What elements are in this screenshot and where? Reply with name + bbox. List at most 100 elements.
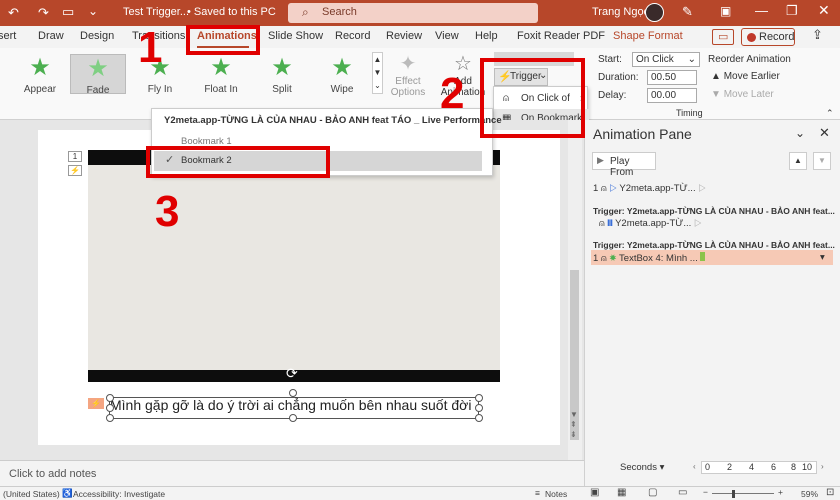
effect-split[interactable]: ★ Split bbox=[254, 54, 310, 95]
language-status[interactable]: (United States) bbox=[3, 489, 60, 499]
tab-shape-format[interactable]: Shape Format bbox=[613, 30, 683, 42]
animation-item-2[interactable]: ⍝ ❙❙ Y2meta.app-TỪ... ▷ bbox=[593, 218, 702, 229]
zoom-slider-thumb[interactable] bbox=[732, 490, 735, 498]
animation-tag[interactable]: 1 bbox=[68, 151, 82, 162]
close-pane-icon[interactable]: ✕ bbox=[819, 125, 830, 141]
trigger-header-2[interactable]: Trigger: Y2meta.app-TỪNG LÀ CỦA NHAU - B… bbox=[593, 240, 835, 250]
move-up-button[interactable]: ▲ bbox=[789, 152, 807, 170]
notes-toggle[interactable]: Notes bbox=[545, 489, 567, 499]
notes-placeholder: Click to add notes bbox=[9, 468, 97, 480]
item-label: TextBox 4: Mình ... bbox=[619, 253, 698, 264]
document-title: Test Trigger... bbox=[123, 6, 190, 18]
resize-handle[interactable] bbox=[475, 404, 483, 412]
tab-design[interactable]: Design bbox=[80, 30, 114, 42]
accessibility-status[interactable]: Accessibility: Investigate bbox=[73, 489, 165, 499]
timeline-tick: 2 bbox=[727, 462, 733, 472]
resize-handle[interactable] bbox=[106, 404, 114, 412]
timeline-scroll-right[interactable]: › bbox=[821, 462, 824, 471]
timeline-tick: 6 bbox=[771, 462, 777, 472]
effect-float-in[interactable]: ★ Float In bbox=[193, 54, 249, 95]
seconds-dropdown[interactable]: Seconds ▾ bbox=[620, 462, 664, 473]
delay-field[interactable]: 00.00 bbox=[647, 88, 697, 103]
animation-pane: Animation Pane ⌄ ✕ ▶ Play From ▲ ▼ 1 ⍝ ▷… bbox=[584, 120, 840, 486]
seconds-label: Seconds bbox=[620, 462, 657, 473]
zoom-slider[interactable] bbox=[712, 493, 774, 494]
notes-pane[interactable]: Click to add notes bbox=[0, 460, 584, 486]
pen-icon[interactable]: ✎ bbox=[682, 4, 693, 20]
collapse-ribbon-icon[interactable]: ⌃ bbox=[826, 108, 834, 119]
effect-label: Wipe bbox=[330, 84, 354, 95]
play-from-button[interactable]: ▶ Play From bbox=[592, 152, 656, 178]
record-button[interactable]: Record bbox=[741, 28, 795, 46]
ribbon-display-icon[interactable]: ▣ bbox=[720, 4, 731, 18]
reading-view-icon[interactable]: ▢ bbox=[648, 487, 657, 498]
tab-record[interactable]: Record bbox=[335, 30, 370, 42]
undo-icon[interactable]: ↶ bbox=[8, 5, 19, 21]
effect-fade[interactable]: ★ Fade bbox=[70, 54, 126, 96]
item-number: 1 bbox=[593, 253, 599, 264]
fit-slide-icon[interactable]: ⊡ bbox=[826, 487, 834, 498]
minimize-icon[interactable]: — bbox=[755, 3, 768, 18]
chevron-down-icon[interactable]: ⌄ bbox=[795, 126, 805, 140]
trigger-tag[interactable]: ⚡ bbox=[68, 165, 82, 176]
split-star-icon: ★ bbox=[271, 54, 293, 81]
trigger-tag-caption[interactable]: ⚡ bbox=[88, 398, 104, 409]
effect-wipe[interactable]: ★ Wipe bbox=[314, 54, 370, 95]
avatar[interactable] bbox=[645, 3, 664, 22]
slide-sorter-icon[interactable]: ▦ bbox=[617, 487, 626, 498]
tab-draw[interactable]: Draw bbox=[38, 30, 64, 42]
effect-options-label-2: Options bbox=[390, 87, 426, 98]
comment-button[interactable]: ▭ bbox=[712, 29, 734, 45]
slideshow-view-icon[interactable]: ▭ bbox=[678, 487, 687, 498]
item-number: 1 bbox=[593, 183, 599, 194]
restore-icon[interactable]: ❐ bbox=[786, 3, 798, 19]
resize-handle[interactable] bbox=[106, 414, 114, 422]
tab-insert[interactable]: sert bbox=[0, 30, 16, 42]
animation-item-1[interactable]: 1 ⍝ ▷ Y2meta.app-TỪ... ▷ bbox=[593, 183, 706, 194]
search-box[interactable]: ⌕ Search bbox=[288, 3, 538, 23]
resize-handle[interactable] bbox=[106, 394, 114, 402]
move-down-button[interactable]: ▼ bbox=[813, 152, 831, 170]
move-earlier-button[interactable]: ▲ Move Earlier bbox=[711, 71, 780, 82]
effect-options-button[interactable]: ✦ Effect Options bbox=[388, 52, 428, 102]
close-icon[interactable]: ✕ bbox=[818, 2, 830, 19]
gallery-scroll[interactable]: ▲ ▼ ⌄ bbox=[372, 52, 383, 94]
start-value: On Click bbox=[636, 54, 674, 65]
resize-handle[interactable] bbox=[475, 414, 483, 422]
duration-field[interactable]: 00.50 bbox=[647, 70, 697, 85]
trigger-header-1[interactable]: Trigger: Y2meta.app-TỪNG LÀ CỦA NHAU - B… bbox=[593, 206, 835, 216]
start-combo[interactable]: On Click ⌄ bbox=[632, 52, 700, 67]
share-icon[interactable]: ⇪ bbox=[812, 27, 823, 43]
mouse-icon: ⍝ bbox=[599, 218, 605, 229]
timeline-scroll-left[interactable]: ‹ bbox=[693, 462, 696, 471]
effect-appear[interactable]: ★ Appear bbox=[12, 54, 68, 95]
zoom-out-icon[interactable]: − bbox=[703, 487, 708, 497]
video-object[interactable] bbox=[88, 150, 500, 382]
user-name: Trang Ngọc bbox=[592, 6, 650, 18]
search-placeholder: Search bbox=[322, 6, 357, 18]
tab-view[interactable]: View bbox=[435, 30, 459, 42]
slide-scrollbar[interactable]: ▼ ⇞ ⇟ bbox=[568, 120, 582, 460]
redo-icon[interactable]: ↷ bbox=[38, 5, 49, 21]
mouse-icon: ⍝ bbox=[600, 253, 607, 264]
normal-view-icon[interactable]: ▣ bbox=[590, 487, 599, 498]
tab-review[interactable]: Review bbox=[386, 30, 422, 42]
scroll-arrows-icon[interactable]: ▼ ⇞ ⇟ bbox=[570, 410, 578, 440]
tab-slide-show[interactable]: Slide Show bbox=[268, 30, 323, 42]
timeline-tick: 4 bbox=[749, 462, 755, 472]
rotate-handle-icon[interactable]: ⟳ bbox=[286, 365, 298, 382]
animation-item-3[interactable]: 1 ⍝ ✸ TextBox 4: Mình ... ▾ bbox=[593, 252, 825, 264]
tab-help[interactable]: Help bbox=[475, 30, 498, 42]
resize-handle[interactable] bbox=[475, 394, 483, 402]
resize-handle[interactable] bbox=[289, 389, 297, 397]
resize-handle[interactable] bbox=[289, 414, 297, 422]
record-label: Record bbox=[759, 31, 795, 43]
zoom-level[interactable]: 59% bbox=[801, 489, 818, 499]
pause-media-icon: ❙❙ bbox=[607, 218, 613, 229]
annotation-number-3: 3 bbox=[155, 187, 180, 236]
zoom-in-icon[interactable]: + bbox=[778, 487, 783, 497]
tab-foxit[interactable]: Foxit Reader PDF bbox=[517, 30, 605, 42]
move-later-button[interactable]: ▼ Move Later bbox=[711, 89, 774, 100]
customize-qat-icon[interactable]: ⌄ bbox=[88, 4, 98, 18]
present-icon[interactable]: ▭ bbox=[62, 4, 74, 20]
